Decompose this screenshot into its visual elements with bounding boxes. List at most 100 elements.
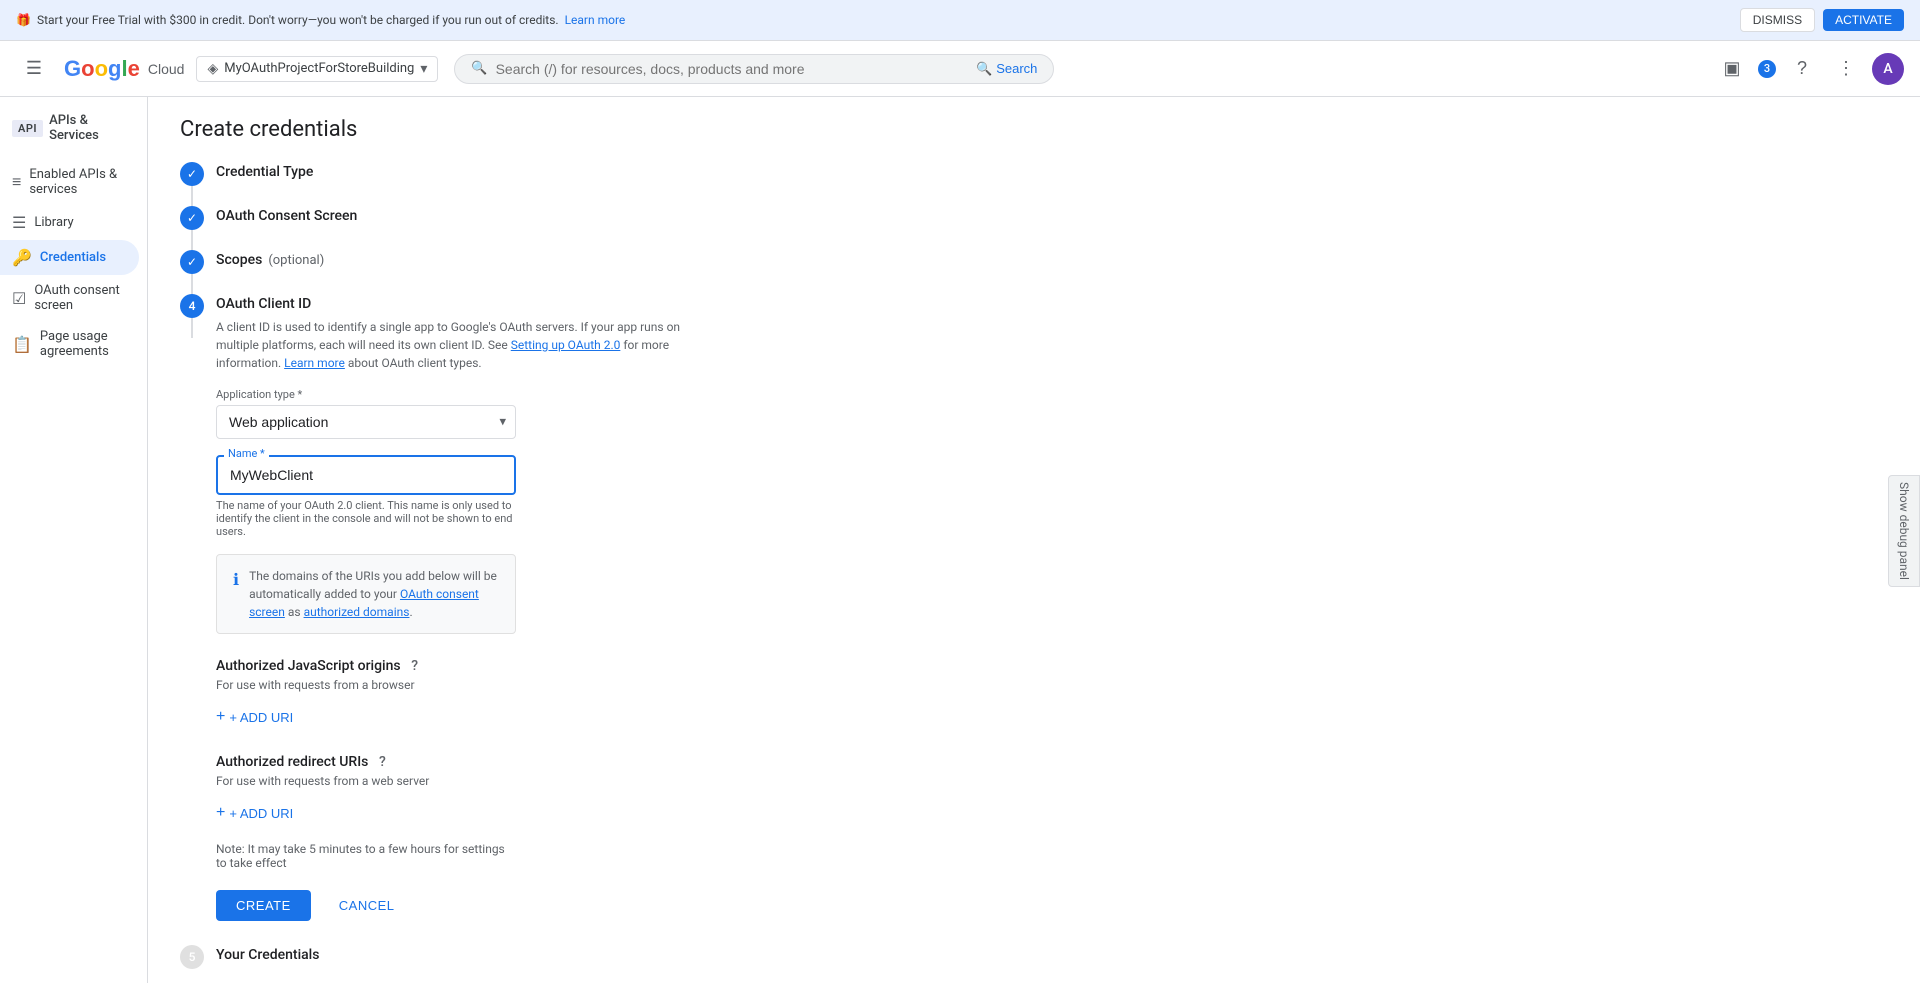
app-body: API APIs & Services ≡ Enabled APIs & ser… (0, 97, 1920, 983)
name-field: Name * The name of your OAuth 2.0 client… (216, 455, 516, 538)
more-options-button[interactable]: ⋮ (1828, 51, 1864, 87)
notification-badge[interactable]: 3 (1758, 60, 1776, 78)
step4-cancel-button[interactable]: CANCEL (323, 890, 411, 921)
page-usage-icon: 📋 (12, 335, 32, 354)
setting-up-link[interactable]: Setting up OAuth 2.0 (511, 338, 621, 352)
header: ☰ Google Cloud ◈ MyOAuthProjectForStoreB… (0, 41, 1920, 97)
name-hint: The name of your OAuth 2.0 client. This … (216, 499, 516, 538)
add-js-origin-uri-button[interactable]: + + ADD URI (216, 704, 293, 730)
step1-line (191, 186, 193, 206)
project-name: MyOAuthProjectForStoreBuilding (224, 61, 414, 76)
avatar[interactable]: A (1872, 53, 1904, 85)
help-button[interactable]: ? (1784, 51, 1820, 87)
info-icon: ℹ (233, 568, 239, 592)
page-title: Create credentials (180, 117, 1888, 142)
step2-indicator: ✓ (180, 206, 204, 250)
sidebar-item-page-usage[interactable]: 📋 Page usage agreements (0, 321, 139, 367)
app-type-select-wrapper: Web application Android iOS Desktop app (216, 405, 516, 439)
search-button[interactable]: 🔍 Search (976, 61, 1037, 77)
create-button[interactable]: CREATE (216, 890, 311, 921)
step1-title: Credential Type (216, 164, 1888, 180)
step3-circle: ✓ (180, 250, 204, 274)
plus-icon: + (216, 708, 225, 726)
step5-content: Your Credentials DONE CANCEL (216, 945, 1888, 983)
info-text: The domains of the URIs you add below wi… (249, 567, 499, 621)
step1-circle: ✓ (180, 162, 204, 186)
step1-content: Credential Type (216, 162, 1888, 196)
step5-circle: 5 (180, 945, 204, 969)
name-input-label: Name * (224, 447, 269, 460)
redirect-uris-desc: For use with requests from a web server (216, 774, 1888, 788)
header-left: ☰ Google Cloud ◈ MyOAuthProjectForStoreB… (16, 51, 438, 87)
step3-optional: (optional) (268, 253, 324, 268)
sidebar-label-page-usage: Page usage agreements (40, 329, 127, 359)
create-cancel-buttons: CREATE CANCEL (216, 890, 1888, 921)
sidebar-item-oauth-consent[interactable]: ☑ OAuth consent screen (0, 275, 139, 321)
step2-title: OAuth Consent Screen (216, 208, 1888, 224)
settings-note: Note: It may take 5 minutes to a few hou… (216, 842, 516, 870)
banner-icon: 🎁 (16, 13, 31, 27)
application-type-field: Application type * Web application Andro… (216, 388, 516, 439)
add-redirect-uri-button[interactable]: + + ADD URI (216, 800, 293, 826)
sidebar: API APIs & Services ≡ Enabled APIs & ser… (0, 97, 148, 983)
step5-indicator: 5 (180, 945, 204, 969)
sidebar-item-credentials[interactable]: 🔑 Credentials (0, 240, 139, 275)
authorized-domains-link[interactable]: authorized domains (304, 605, 410, 619)
hamburger-menu-button[interactable]: ☰ (16, 51, 52, 87)
js-origins-help-icon[interactable]: ? (407, 658, 423, 674)
js-origins-title: Authorized JavaScript origins ? (216, 658, 1888, 674)
redirect-uris-title: Authorized redirect URIs ? (216, 754, 1888, 770)
name-input-wrapper: Name * (216, 455, 516, 495)
application-type-select[interactable]: Web application Android iOS Desktop app (216, 405, 516, 439)
step-oauth-consent: ✓ OAuth Consent Screen (180, 206, 1888, 250)
enabled-icon: ≡ (12, 172, 21, 192)
step3-title: Scopes (optional) (216, 252, 1888, 268)
monitor-button[interactable]: ▣ (1714, 51, 1750, 87)
search-input[interactable] (496, 61, 968, 77)
search-icon-btn: 🔍 (976, 61, 992, 77)
name-input[interactable] (216, 455, 516, 495)
sidebar-item-enabled[interactable]: ≡ Enabled APIs & services (0, 159, 139, 205)
step4-content: OAuth Client ID A client ID is used to i… (216, 294, 1888, 937)
debug-panel-toggle[interactable]: Show debug panel (1888, 475, 1920, 587)
api-title: APIs & Services (49, 113, 135, 143)
step4-indicator: 4 (180, 294, 204, 338)
api-badge: API (12, 120, 43, 137)
step2-line (191, 230, 193, 250)
banner-activate-button[interactable]: ACTIVATE (1823, 9, 1904, 31)
oauth-description: A client ID is used to identify a single… (216, 318, 716, 372)
logo-area: Google Cloud (64, 56, 184, 82)
project-selector[interactable]: ◈ MyOAuthProjectForStoreBuilding ▾ (196, 56, 438, 82)
app-type-label: Application type * (216, 388, 516, 401)
banner-dismiss-button[interactable]: DISMISS (1740, 8, 1815, 32)
step3-line (191, 274, 193, 294)
sidebar-label-library: Library (34, 215, 73, 230)
credentials-icon: 🔑 (12, 248, 32, 267)
step-scopes: ✓ Scopes (optional) (180, 250, 1888, 294)
cloud-label: Cloud (148, 61, 185, 77)
redirect-uris-section: Authorized redirect URIs ? For use with … (216, 754, 1888, 826)
js-origins-desc: For use with requests from a browser (216, 678, 1888, 692)
redirect-uris-help-icon[interactable]: ? (374, 754, 390, 770)
step4-circle: 4 (180, 294, 204, 318)
step4-line (191, 318, 193, 338)
api-branding: API APIs & Services (0, 105, 147, 159)
project-chevron-icon: ▾ (420, 61, 427, 77)
sidebar-item-library[interactable]: ☰ Library (0, 205, 139, 240)
js-origins-section: Authorized JavaScript origins ? For use … (216, 658, 1888, 730)
step5-title: Your Credentials (216, 947, 1888, 963)
step-your-credentials: 5 Your Credentials DONE CANCEL (180, 945, 1888, 983)
top-banner: 🎁 Start your Free Trial with $300 in cre… (0, 0, 1920, 41)
main-content: Create credentials ✓ Credential Type ✓ (148, 97, 1920, 983)
learn-more-link[interactable]: Learn more (284, 356, 345, 370)
sidebar-label-oauth-consent: OAuth consent screen (34, 283, 127, 313)
stepper: ✓ Credential Type ✓ OAuth Consent Screen (180, 162, 1888, 983)
step1-indicator: ✓ (180, 162, 204, 206)
header-right: ▣ 3 ? ⋮ A (1714, 51, 1904, 87)
search-icon: 🔍 (471, 61, 487, 76)
banner-learn-link[interactable]: Learn more (565, 13, 626, 27)
info-box: ℹ The domains of the URIs you add below … (216, 554, 516, 634)
step2-content: OAuth Consent Screen (216, 206, 1888, 240)
step3-content: Scopes (optional) (216, 250, 1888, 284)
step3-indicator: ✓ (180, 250, 204, 294)
